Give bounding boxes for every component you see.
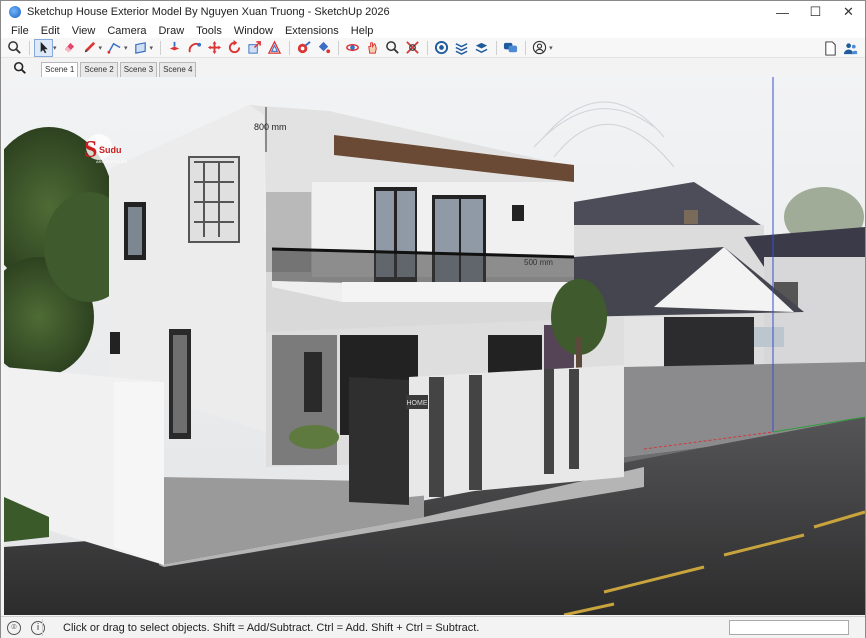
menu-window[interactable]: Window [228, 25, 279, 37]
orbit-tool-icon[interactable] [343, 39, 362, 57]
scale-tool-icon[interactable] [245, 39, 264, 57]
select-tool-icon[interactable] [34, 38, 53, 57]
tab-scene-1[interactable]: Scene 1 [41, 62, 79, 77]
extension-warehouse-icon[interactable] [452, 39, 471, 57]
model-viewport[interactable]: HOME 800 mm 500 mm S Sudu ARCHITECTURE [4, 77, 865, 615]
menu-camera[interactable]: Camera [101, 25, 152, 37]
collaborators-icon[interactable] [841, 39, 860, 57]
logo-text: Sudu [99, 145, 122, 155]
geo-location-icon[interactable]: ⌾ [7, 620, 21, 635]
chat-icon[interactable] [501, 39, 520, 57]
main-toolbar: ▾ ▾ ▾ ▾ ▾ [1, 38, 865, 58]
menu-help[interactable]: Help [345, 25, 380, 37]
line-tool-icon[interactable] [105, 39, 124, 57]
home-sign-text: HOME [407, 400, 428, 407]
menu-bar: File Edit View Camera Draw Tools Window … [1, 23, 865, 39]
account-icon[interactable] [530, 39, 549, 57]
pencil-tool-icon[interactable] [80, 39, 99, 57]
window-controls: — ☐ ✕ [766, 1, 865, 23]
line-dropdown-icon[interactable]: ▾ [124, 44, 128, 52]
title-bar: Sketchup House Exterior Model By Nguyen … [1, 1, 865, 23]
measurements-box[interactable] [729, 620, 849, 635]
search-tool-icon[interactable] [5, 39, 24, 57]
paint-bucket-tool-icon[interactable] [314, 39, 333, 57]
menu-view[interactable]: View [66, 25, 102, 37]
menu-extensions[interactable]: Extensions [279, 25, 345, 37]
zoom-extents-tool-icon[interactable] [403, 39, 422, 57]
toolbar-right [821, 39, 861, 57]
tab-scene-4[interactable]: Scene 4 [159, 62, 197, 77]
draw-dropdown-icon[interactable]: ▾ [99, 44, 103, 52]
rectangle-tool-icon[interactable] [131, 39, 150, 57]
status-bar: ⌾ i Click or drag to select objects. Shi… [1, 616, 865, 638]
sketchup-window: Sketchup House Exterior Model By Nguyen … [0, 0, 866, 638]
menu-edit[interactable]: Edit [35, 25, 66, 37]
push-pull-tool-icon[interactable] [165, 39, 184, 57]
scene-tabs-bar: Scene 1 Scene 2 Scene 3 Scene 4 [1, 58, 865, 77]
dimension-label-800: 800 mm [254, 122, 287, 132]
maximize-button[interactable]: ☐ [799, 1, 832, 23]
scene-search-icon[interactable] [11, 59, 29, 77]
sketchup-app-icon [9, 6, 21, 18]
select-dropdown-icon[interactable]: ▾ [53, 44, 57, 52]
menu-file[interactable]: File [5, 25, 35, 37]
window-title: Sketchup House Exterior Model By Nguyen … [27, 6, 390, 18]
dimension-label-500: 500 mm [524, 258, 553, 267]
tab-scene-3[interactable]: Scene 3 [119, 62, 158, 77]
follow-me-tool-icon[interactable] [185, 39, 204, 57]
tab-scene-2[interactable]: Scene 2 [80, 62, 118, 77]
warehouse-icon[interactable] [432, 39, 451, 57]
pan-tool-icon[interactable] [363, 39, 382, 57]
house-model-render: HOME 800 mm 500 mm S Sudu ARCHITECTURE [4, 77, 865, 615]
close-button[interactable]: ✕ [832, 1, 865, 23]
menu-draw[interactable]: Draw [152, 25, 190, 37]
move-tool-icon[interactable] [205, 39, 224, 57]
eraser-tool-icon[interactable] [60, 39, 79, 57]
layers-icon[interactable] [472, 39, 491, 57]
logo-subtext: ARCHITECTURE [96, 159, 128, 164]
menu-tools[interactable]: Tools [190, 25, 228, 37]
rotate-tool-icon[interactable] [225, 39, 244, 57]
offset-tool-icon[interactable] [265, 39, 284, 57]
shape-dropdown-icon[interactable]: ▾ [150, 44, 154, 52]
status-message: Click or drag to select objects. Shift =… [63, 621, 480, 634]
tape-measure-tool-icon[interactable] [294, 39, 313, 57]
zoom-tool-icon[interactable] [383, 39, 402, 57]
account-dropdown-icon[interactable]: ▾ [549, 44, 553, 52]
new-document-icon[interactable] [821, 39, 840, 57]
minimize-button[interactable]: — [766, 1, 799, 23]
